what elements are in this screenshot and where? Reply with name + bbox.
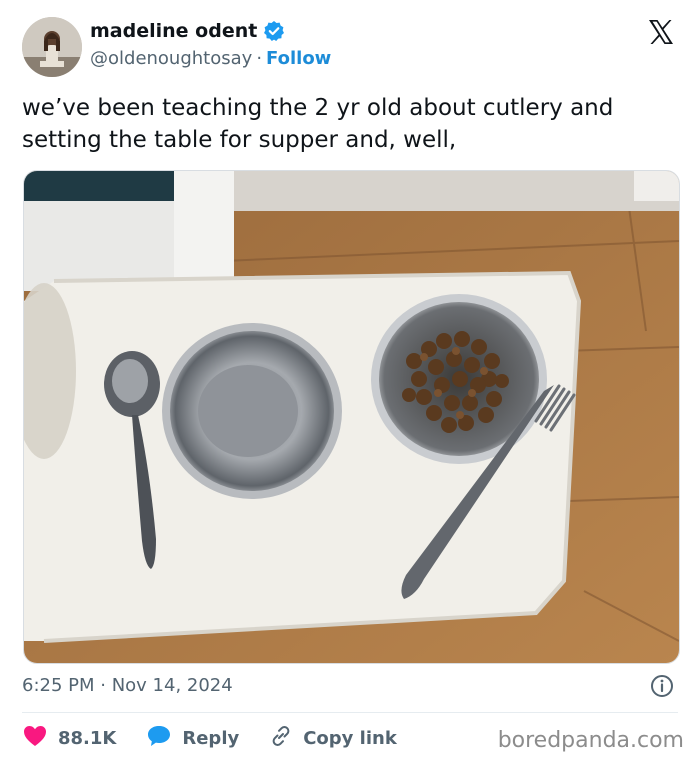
reply-label: Reply <box>182 728 240 749</box>
tweet-text: we’ve been teaching the 2 yr old about c… <box>22 95 614 153</box>
copy-link-label: Copy link <box>303 728 397 749</box>
avatar[interactable] <box>22 17 82 77</box>
x-logo-icon[interactable] <box>646 17 676 47</box>
tweet-card: madeline odent @oldenoughtosay · Follow … <box>0 0 700 765</box>
follow-button[interactable]: Follow <box>266 48 331 69</box>
like-button[interactable]: 88.1K <box>22 724 116 753</box>
separator-dot: · <box>256 48 263 69</box>
handle-row: @oldenoughtosay · Follow <box>90 48 331 69</box>
copy-link-button[interactable]: Copy link <box>269 724 397 753</box>
info-icon[interactable] <box>650 674 674 698</box>
author-name[interactable]: madeline odent <box>90 20 257 42</box>
reply-button[interactable]: Reply <box>146 724 239 753</box>
tweet-photo[interactable] <box>23 170 680 664</box>
divider <box>22 712 678 713</box>
reply-bubble-icon <box>146 724 172 753</box>
watermark: boredpanda.com <box>497 728 684 753</box>
author-name-row: madeline odent <box>90 20 285 42</box>
heart-icon <box>22 724 48 753</box>
link-icon <box>269 724 293 753</box>
like-count: 88.1K <box>58 728 117 749</box>
action-bar: 88.1K Reply Copy link <box>22 724 427 753</box>
tweet-timestamp[interactable]: 6:25 PM · Nov 14, 2024 <box>22 675 233 696</box>
verified-badge-icon <box>263 20 285 42</box>
author-handle[interactable]: @oldenoughtosay <box>90 48 252 69</box>
